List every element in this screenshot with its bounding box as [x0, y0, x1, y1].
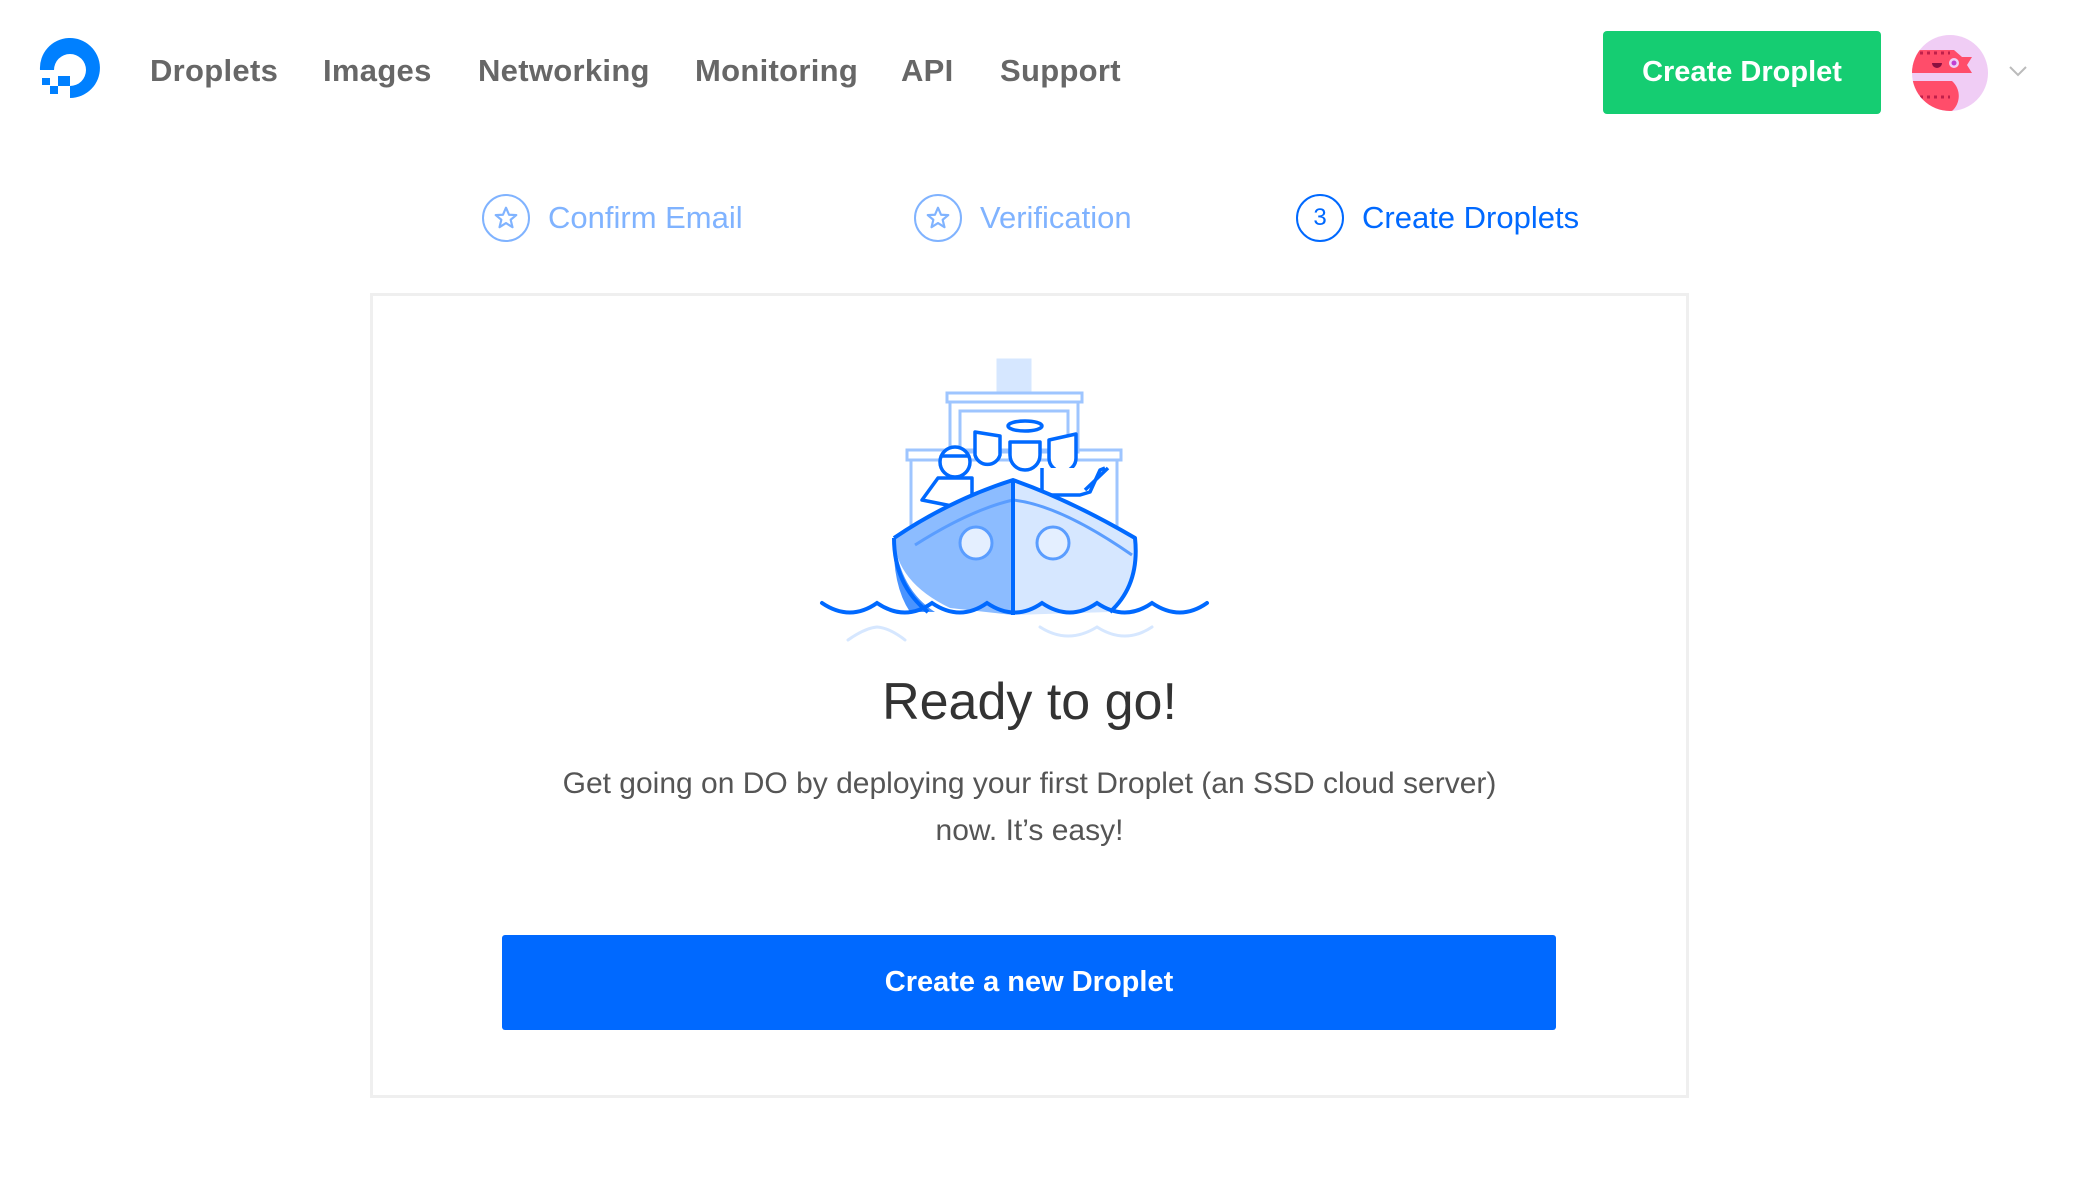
- avatar-monster-icon: [1912, 50, 1972, 111]
- step-confirm-email: Confirm Email: [482, 192, 743, 244]
- create-new-droplet-button[interactable]: Create a new Droplet: [502, 935, 1556, 1030]
- step-label: Confirm Email: [548, 200, 743, 235]
- create-droplet-button[interactable]: Create Droplet: [1603, 31, 1881, 114]
- star-icon: [482, 194, 530, 242]
- ship-illustration-icon: [810, 350, 1230, 650]
- digitalocean-logo-icon: [39, 38, 100, 98]
- step-create-droplets: 3 Create Droplets: [1296, 192, 1579, 244]
- logo[interactable]: [38, 38, 102, 102]
- user-avatar[interactable]: [1912, 35, 1988, 111]
- description-line-2: now. It’s easy!: [935, 814, 1124, 847]
- step-label: Verification: [980, 200, 1132, 235]
- nav-images[interactable]: Images: [323, 50, 432, 92]
- nav-networking[interactable]: Networking: [478, 50, 650, 92]
- nav-monitoring[interactable]: Monitoring: [695, 50, 858, 92]
- step-verification: Verification: [914, 192, 1132, 244]
- description-line-1: Get going on DO by deploying your first …: [562, 767, 1497, 800]
- nav-api[interactable]: API: [901, 50, 954, 92]
- card-description: Get going on DO by deploying your first …: [370, 760, 1689, 854]
- step-label: Create Droplets: [1362, 200, 1580, 235]
- star-icon: [914, 194, 962, 242]
- step-number: 3: [1296, 194, 1344, 242]
- nav-support[interactable]: Support: [1000, 50, 1121, 92]
- card-heading: Ready to go!: [882, 673, 1177, 731]
- chevron-down-icon[interactable]: [2008, 64, 2028, 82]
- nav-droplets[interactable]: Droplets: [150, 50, 278, 92]
